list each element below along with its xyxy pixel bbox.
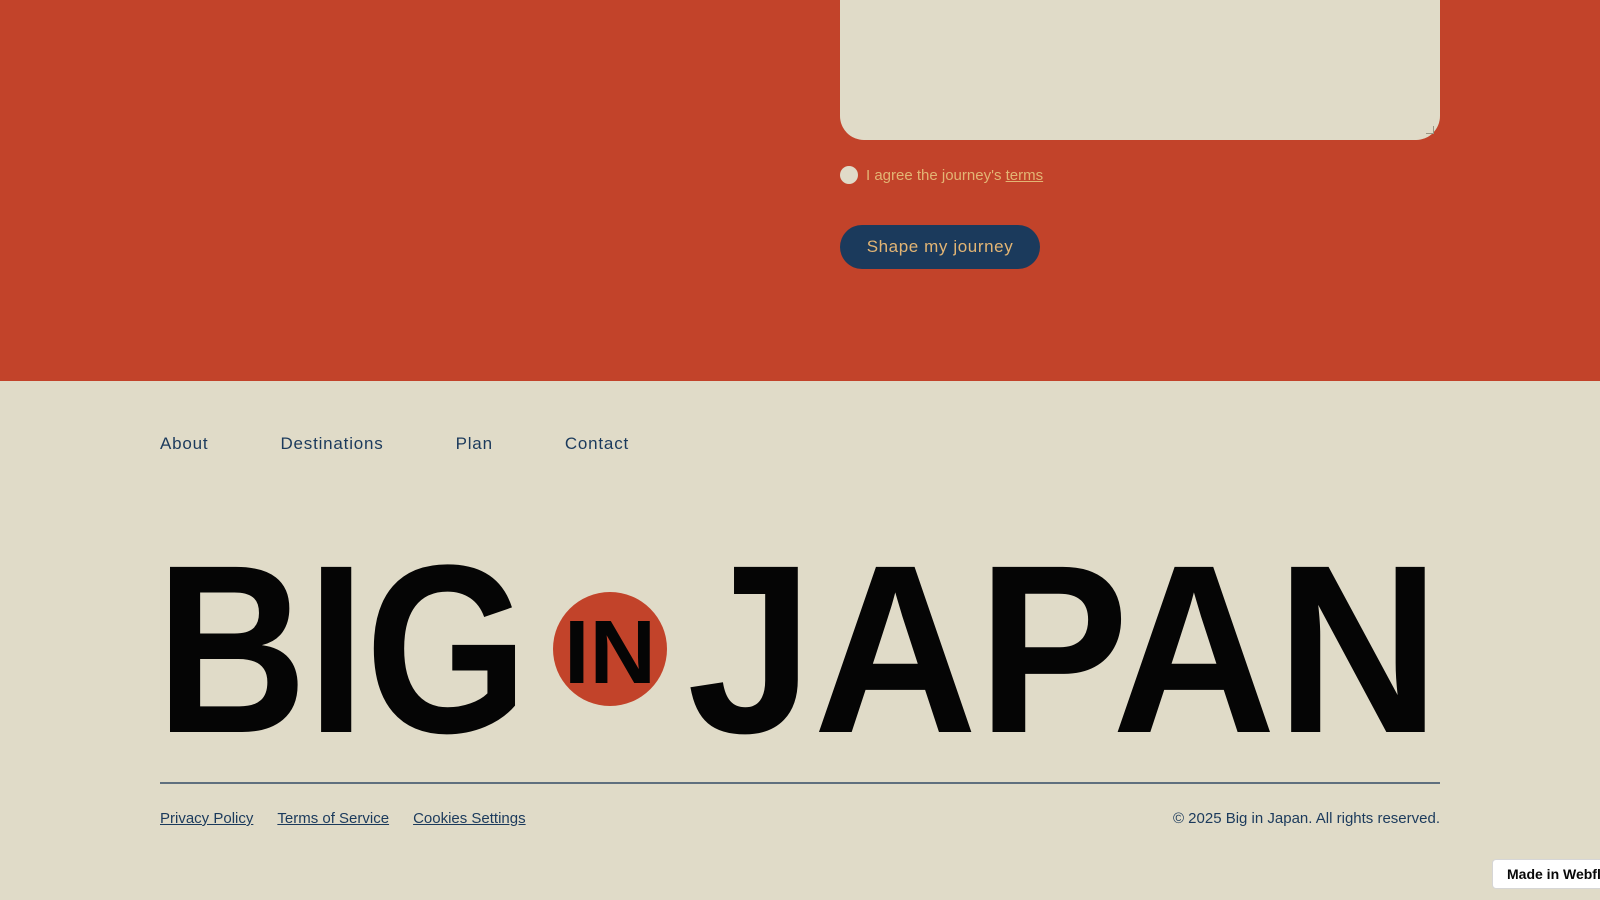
footer-divider [160, 782, 1440, 784]
cookies-settings-link[interactable]: Cookies Settings [413, 810, 526, 827]
footer-nav-destinations[interactable]: Destinations [280, 434, 383, 454]
terms-of-service-link[interactable]: Terms of Service [277, 810, 389, 827]
footer-nav: About Destinations Plan Contact [160, 434, 701, 454]
terms-label: I agree the journey's terms [866, 166, 1044, 184]
privacy-policy-link[interactable]: Privacy Policy [160, 810, 253, 827]
shape-journey-button[interactable]: Shape my journey [840, 225, 1040, 269]
logo-word-big: BIG [160, 555, 528, 737]
terms-checkbox[interactable] [840, 166, 858, 184]
footer-nav-about[interactable]: About [160, 434, 208, 454]
footer-nav-plan[interactable]: Plan [456, 434, 493, 454]
terms-link[interactable]: terms [1006, 167, 1044, 184]
footer-nav-contact[interactable]: Contact [565, 434, 629, 454]
legal-links: Privacy Policy Terms of Service Cookies … [160, 810, 526, 827]
copyright-text: © 2025 Big in Japan. All rights reserved… [1172, 810, 1440, 827]
made-in-webflow-badge[interactable]: Made in Webflow [1492, 859, 1600, 889]
resize-grip-icon[interactable] [1426, 126, 1434, 134]
contact-form-section: I agree the journey's terms Shape my jou… [0, 0, 1600, 381]
terms-consent: I agree the journey's terms [840, 165, 1043, 185]
logo-word-japan: JAPAN [687, 555, 1440, 737]
message-textarea[interactable] [840, 0, 1440, 140]
badge-label: Made in Webflow [1507, 866, 1600, 882]
big-in-japan-logo: BIG IN JAPAN [160, 555, 1440, 737]
logo-word-in: IN [564, 603, 656, 703]
